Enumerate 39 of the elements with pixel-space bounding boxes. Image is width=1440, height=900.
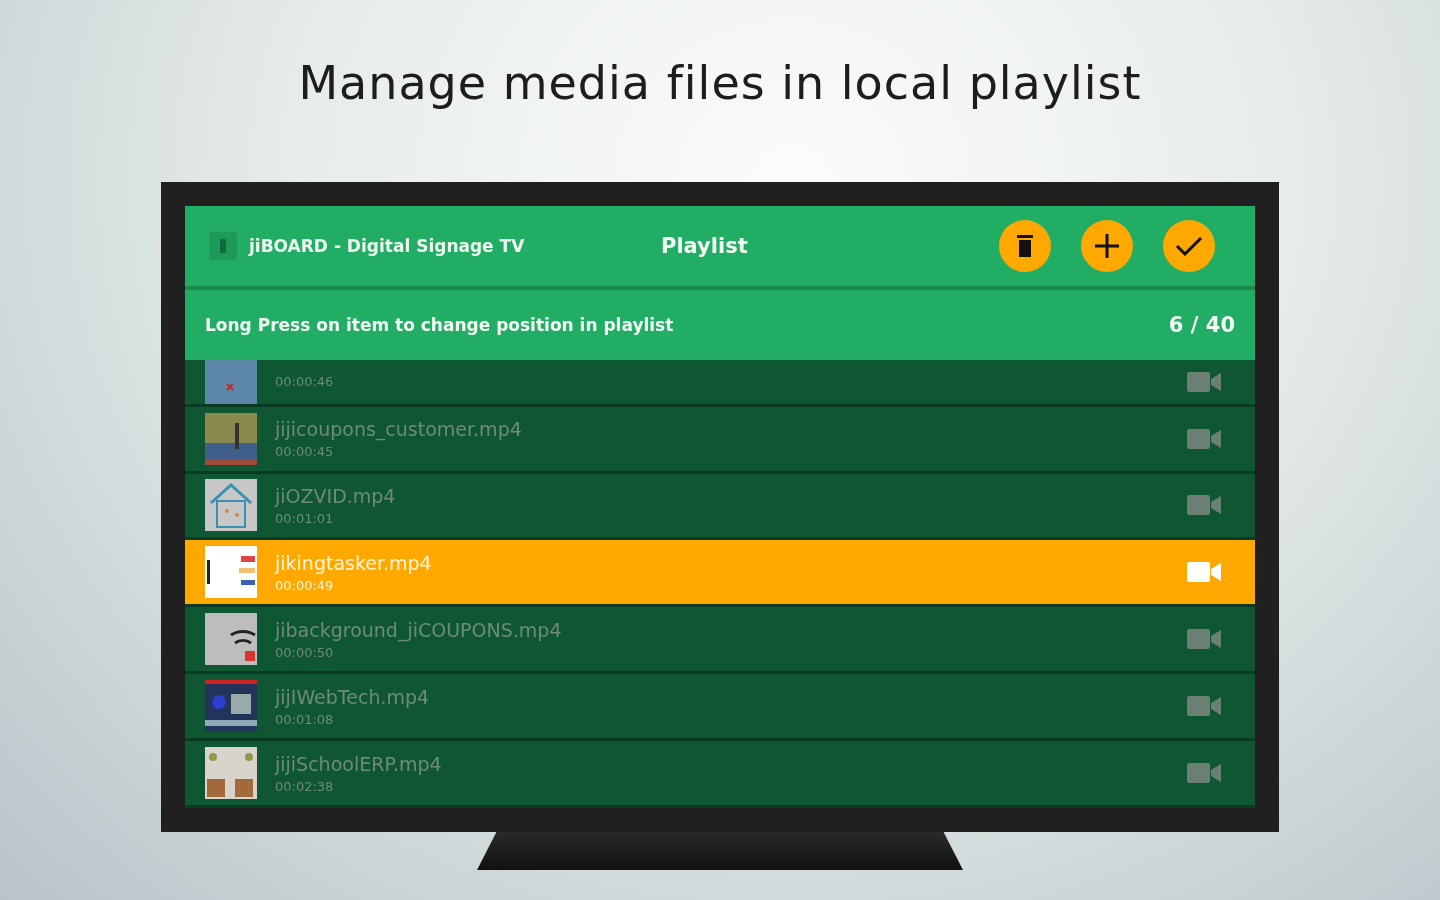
video-camera-icon bbox=[1187, 762, 1221, 785]
playlist-item[interactable]: jijicoupons_customer.mp4 00:00:45 bbox=[185, 406, 1255, 474]
playlist-item[interactable]: jibackground_jiCOUPONS.mp4 00:00:50 bbox=[185, 607, 1255, 675]
playlist-item[interactable]: jijIWebTech.mp4 00:01:08 bbox=[185, 674, 1255, 742]
app-logo-icon bbox=[209, 231, 237, 260]
caption: Manage media files in local playlist bbox=[298, 56, 1142, 112]
playlist-item[interactable]: jijiSchoolERP.mp4 00:02:38 bbox=[185, 741, 1255, 808]
file-name: jijicoupons_customer.mp4 bbox=[275, 418, 523, 441]
video-camera-icon bbox=[1187, 427, 1221, 450]
video-camera-icon bbox=[1187, 561, 1221, 584]
file-name: jiOZVID.mp4 bbox=[275, 485, 397, 507]
video-camera-icon bbox=[1187, 494, 1221, 517]
playlist-item[interactable]: 00:00:46 bbox=[185, 359, 1255, 407]
playlist-item[interactable]: jikingtasker.mp4 00:00:49 bbox=[185, 540, 1255, 608]
duration: 00:00:45 bbox=[275, 444, 335, 460]
screen-title: Playlist bbox=[661, 233, 749, 258]
hint-text: Long Press on item to change position in playlist bbox=[205, 314, 674, 335]
video-camera-icon bbox=[1187, 628, 1221, 651]
duration: 00:00:50 bbox=[275, 644, 335, 660]
delete-button[interactable] bbox=[999, 219, 1051, 272]
plus-icon bbox=[1094, 232, 1120, 259]
add-button[interactable] bbox=[1081, 219, 1133, 272]
video-camera-icon bbox=[1187, 695, 1221, 718]
video-camera-icon bbox=[1187, 370, 1221, 393]
app-name: jiBOARD - Digital Signage TV bbox=[249, 235, 526, 256]
duration: 00:00:49 bbox=[275, 577, 335, 593]
duration: 00:02:38 bbox=[275, 778, 335, 794]
file-name: jijiSchoolERP.mp4 bbox=[275, 752, 443, 775]
playlist-item[interactable]: jiOZVID.mp4 00:01:01 bbox=[185, 473, 1255, 541]
file-name: jibackground_jiCOUPONS.mp4 bbox=[275, 618, 563, 641]
checkmark-icon bbox=[1175, 234, 1203, 257]
duration: 00:01:08 bbox=[275, 711, 335, 727]
item-counter: 6 / 40 bbox=[1168, 312, 1235, 337]
trash-icon bbox=[1015, 233, 1035, 258]
file-name: jikingtasker.mp4 bbox=[275, 551, 433, 574]
duration: 00:01:01 bbox=[275, 511, 335, 526]
confirm-button[interactable] bbox=[1163, 219, 1215, 272]
file-name: jijIWebTech.mp4 bbox=[275, 685, 431, 708]
duration: 00:00:46 bbox=[275, 374, 335, 390]
